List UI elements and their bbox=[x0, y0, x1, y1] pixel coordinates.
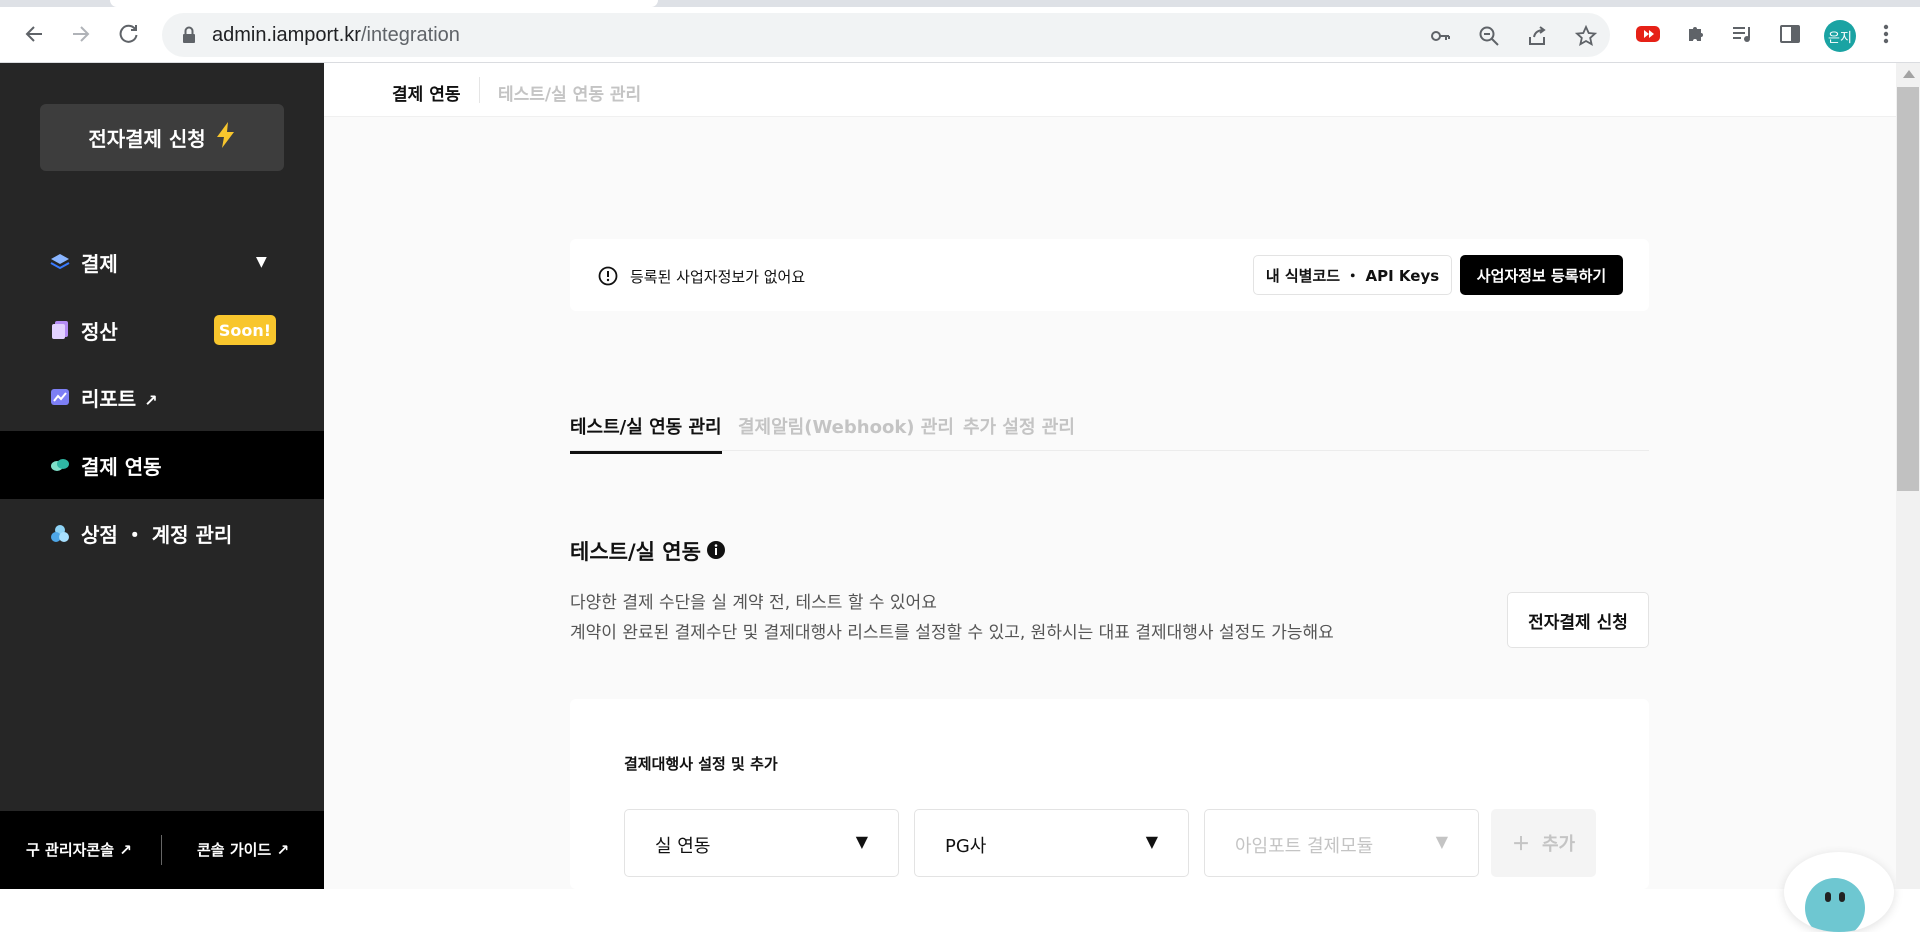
tab-webhook[interactable]: 결제알림(Webhook) 관리 bbox=[738, 413, 954, 451]
tab-extra-settings[interactable]: 추가 설정 관리 bbox=[963, 413, 1075, 451]
pg-select[interactable]: PG사 ▼ bbox=[914, 809, 1189, 877]
sidebar-apply-payment-button[interactable]: 전자결제 신청 bbox=[40, 104, 284, 171]
sidebar-item-integration[interactable]: 결제 연동 bbox=[0, 431, 324, 499]
lock-icon[interactable] bbox=[182, 26, 196, 44]
lightning-icon bbox=[216, 121, 236, 154]
card-title: 결제대행사 설정 및 추가 bbox=[624, 755, 778, 773]
sidebar-item-label: 결제 연동 bbox=[81, 454, 162, 479]
tab-test-live[interactable]: 테스트/실 연동 관리 bbox=[570, 413, 722, 454]
breadcrumb: 결제 연동 테스트/실 연동 관리 bbox=[324, 63, 1896, 117]
link-icon bbox=[51, 459, 69, 471]
integration-tabs: 테스트/실 연동 관리 결제알림(Webhook) 관리 추가 설정 관리 bbox=[570, 413, 1649, 454]
sidebar-item-store-account[interactable]: 상점 ・ 계정 관리 bbox=[0, 499, 324, 567]
footer-divider bbox=[161, 835, 162, 865]
chat-face-icon bbox=[1805, 878, 1865, 932]
api-keys-button[interactable]: 내 식별코드 ・ API Keys bbox=[1253, 255, 1452, 295]
forward-icon[interactable] bbox=[67, 20, 95, 48]
external-link-icon: ↗ bbox=[144, 390, 158, 410]
dropdown-arrow-icon: ▼ bbox=[1145, 832, 1158, 851]
chart-icon bbox=[51, 389, 69, 405]
soon-badge: Soon! bbox=[214, 315, 276, 345]
youtube-extension-icon[interactable] bbox=[1634, 20, 1662, 48]
media-queue-icon[interactable] bbox=[1729, 20, 1757, 48]
register-business-button[interactable]: 사업자정보 등록하기 bbox=[1460, 255, 1623, 295]
mode-select[interactable]: 실 연동 ▼ bbox=[624, 809, 899, 877]
sidebar-item-settlement[interactable]: 정산 Soon! bbox=[0, 296, 324, 364]
sidebar-item-report[interactable]: 리포트 ↗ bbox=[0, 363, 324, 431]
url-host: admin.iamport.kr bbox=[212, 24, 361, 46]
star-icon[interactable] bbox=[1574, 24, 1598, 48]
sidebar-item-label: 정산 bbox=[81, 319, 118, 344]
breadcrumb-current[interactable]: 결제 연동 bbox=[392, 80, 460, 105]
sidepanel-icon[interactable] bbox=[1776, 20, 1804, 48]
url-path: /integration bbox=[360, 24, 460, 46]
sidebar-footer: 구 관리자콘솔 ↗ 콘솔 가이드 ↗ bbox=[0, 811, 324, 889]
tab-strip bbox=[0, 0, 1920, 7]
profile-avatar[interactable]: 은지 bbox=[1824, 20, 1856, 52]
scroll-thumb[interactable] bbox=[1897, 87, 1919, 491]
reload-icon[interactable] bbox=[115, 20, 143, 48]
business-info-notice: 등록된 사업자정보가 없어요 내 식별코드 ・ API Keys 사업자정보 등… bbox=[570, 239, 1649, 311]
legacy-console-link[interactable]: 구 관리자콘솔 ↗ bbox=[26, 839, 132, 860]
layers-icon bbox=[50, 254, 70, 270]
scroll-up-arrow-icon[interactable] bbox=[1903, 70, 1915, 78]
section-description-2: 계약이 완료된 결제수단 및 결제대행사 리스트를 설정할 수 있고, 원하시는… bbox=[570, 623, 1334, 643]
console-guide-link[interactable]: 콘솔 가이드 ↗ bbox=[197, 839, 289, 860]
apply-button-label: 전자결제 신청 bbox=[88, 127, 206, 151]
share-icon[interactable] bbox=[1525, 24, 1549, 48]
active-tab[interactable] bbox=[110, 0, 658, 7]
chevron-down-icon[interactable]: ▼ bbox=[256, 254, 267, 270]
section-description-1: 다양한 결제 수단을 실 계약 전, 테스트 할 수 있어요 bbox=[570, 593, 937, 613]
pages-icon bbox=[52, 321, 68, 339]
mode-select-value: 실 연동 bbox=[655, 836, 711, 857]
apply-payment-button[interactable]: 전자결제 신청 bbox=[1507, 592, 1649, 648]
chat-support-button[interactable] bbox=[1784, 852, 1894, 932]
sidebar-item-label: 상점 ・ 계정 관리 bbox=[81, 522, 233, 547]
zoom-out-icon[interactable] bbox=[1477, 24, 1501, 48]
pg-settings-card: 결제대행사 설정 및 추가 실 연동 ▼ PG사 ▼ 아임포트 결제모듈 ▼ ＋… bbox=[570, 699, 1649, 889]
breadcrumb-divider bbox=[479, 77, 480, 103]
dropdown-arrow-icon: ▼ bbox=[855, 832, 868, 851]
key-icon[interactable] bbox=[1428, 24, 1452, 48]
url-text[interactable]: admin.iamport.kr/integration bbox=[212, 24, 460, 47]
module-select[interactable]: 아임포트 결제모듈 ▼ bbox=[1204, 809, 1479, 877]
dropdown-arrow-icon: ▼ bbox=[1435, 832, 1448, 851]
main-content: 결제 연동 테스트/실 연동 관리 등록된 사업자정보가 없어요 내 식별코드 … bbox=[324, 63, 1896, 932]
section-title: 테스트/실 연동 bbox=[570, 540, 701, 564]
alert-circle-icon bbox=[598, 266, 618, 286]
address-bar[interactable]: admin.iamport.kr/integration bbox=[162, 13, 1610, 57]
sidebar-item-payment[interactable]: 결제 ▼ bbox=[0, 228, 324, 296]
sidebar: 전자결제 신청 결제 ▼ 정산 Soon! 리포트 ↗ 결제 연동 상점 ・ 계정… bbox=[0, 63, 324, 889]
module-select-placeholder: 아임포트 결제모듈 bbox=[1235, 836, 1374, 857]
notice-text: 등록된 사업자정보가 없어요 bbox=[630, 268, 806, 286]
pg-select-value: PG사 bbox=[945, 836, 987, 857]
kebab-menu-icon[interactable] bbox=[1872, 20, 1900, 48]
plus-icon: ＋ bbox=[1511, 834, 1530, 855]
sidebar-item-label: 리포트 bbox=[81, 386, 137, 411]
store-icon bbox=[51, 525, 69, 542]
info-icon[interactable] bbox=[706, 540, 726, 560]
browser-chrome: admin.iamport.kr/integration 은지 bbox=[0, 0, 1920, 63]
extensions-puzzle-icon[interactable] bbox=[1682, 20, 1710, 48]
add-pg-button[interactable]: ＋ 추가 bbox=[1491, 809, 1596, 877]
breadcrumb-sub[interactable]: 테스트/실 연동 관리 bbox=[498, 80, 641, 105]
back-icon[interactable] bbox=[20, 20, 48, 48]
add-button-label: 추가 bbox=[1541, 834, 1576, 855]
sidebar-item-label: 결제 bbox=[81, 251, 118, 276]
